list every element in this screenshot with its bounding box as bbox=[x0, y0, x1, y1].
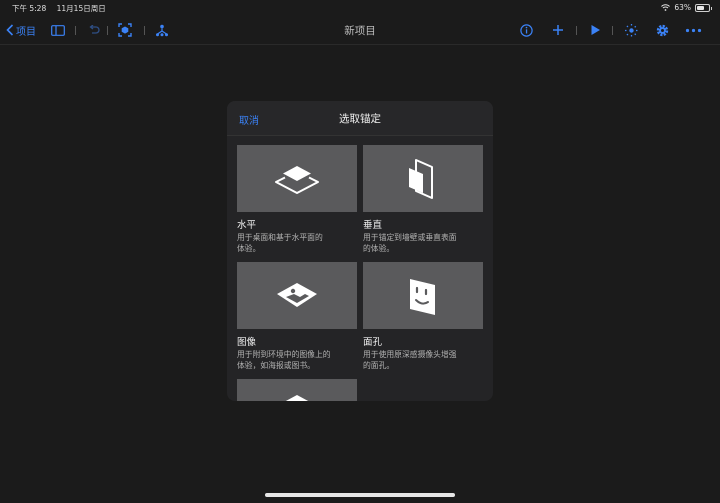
anchor-description: 用于桌面和基于水平面的 体验。 bbox=[237, 233, 323, 253]
anchor-option-vertical[interactable]: 垂直 用于锚定到墙壁或垂直表面 的体验。 bbox=[363, 145, 483, 254]
object-anchor-icon bbox=[285, 395, 309, 401]
more-icon bbox=[685, 28, 702, 32]
play-button[interactable] bbox=[590, 22, 601, 38]
status-time: 下午 5:28 bbox=[12, 4, 47, 13]
status-bar: 下午 5:28 11月15日周日 63% bbox=[0, 0, 720, 14]
vertical-plane-icon bbox=[409, 158, 433, 199]
anchor-description: 用于附到环境中的图像上的 体验，如海报或图书。 bbox=[237, 350, 331, 370]
settings-button[interactable] bbox=[655, 22, 670, 38]
behaviors-icon bbox=[625, 23, 638, 37]
anchor-picker-sheet: 取消 选取锚定 水平 用于桌面和基于水平面的 体验。 垂直 用于锚定到墙壁或垂直表… bbox=[227, 101, 493, 401]
add-icon bbox=[553, 25, 563, 35]
anchor-name: 图像 bbox=[237, 337, 257, 348]
wifi-icon bbox=[661, 4, 671, 11]
info-icon bbox=[520, 23, 533, 37]
battery-icon bbox=[695, 3, 712, 12]
anchor-thumbnail bbox=[237, 262, 357, 329]
sheet-title: 选取锚定 bbox=[339, 113, 381, 125]
anchor-option-face[interactable]: 面孔 用于使用原深感摄像头增强 的面孔。 bbox=[363, 262, 483, 371]
anchor-option-image[interactable]: 图像 用于附到环境中的图像上的 体验，如海报或图书。 bbox=[237, 262, 357, 371]
behaviors-button[interactable] bbox=[624, 22, 639, 38]
battery-percent: 63% bbox=[674, 3, 691, 12]
anchor-thumbnail bbox=[237, 145, 357, 212]
home-indicator[interactable] bbox=[265, 493, 455, 497]
status-date: 11月15日周日 bbox=[56, 4, 106, 13]
anchor-thumbnail bbox=[363, 145, 483, 212]
anchor-option-object[interactable] bbox=[237, 379, 357, 401]
anchor-description: 用于使用原深感摄像头增强 的面孔。 bbox=[363, 350, 457, 370]
settings-icon bbox=[656, 24, 669, 36]
toolbar: 项目 新项目 bbox=[0, 16, 720, 45]
add-button[interactable] bbox=[552, 22, 564, 38]
anchor-thumbnail bbox=[237, 379, 357, 401]
toolbar-divider bbox=[612, 26, 613, 35]
anchor-name: 面孔 bbox=[363, 337, 383, 348]
anchor-name: 水平 bbox=[237, 220, 257, 231]
image-anchor-icon bbox=[277, 282, 317, 307]
anchor-option-horizontal[interactable]: 水平 用于桌面和基于水平面的 体验。 bbox=[237, 145, 357, 254]
anchor-thumbnail bbox=[363, 262, 483, 329]
face-anchor-icon bbox=[410, 278, 435, 315]
more-button[interactable] bbox=[685, 22, 702, 38]
horizontal-plane-icon bbox=[275, 165, 319, 194]
sheet-header: 取消 选取锚定 bbox=[227, 101, 493, 136]
info-button[interactable] bbox=[520, 22, 533, 38]
play-icon bbox=[591, 25, 600, 35]
anchor-description: 用于锚定到墙壁或垂直表面 的体验。 bbox=[363, 233, 457, 253]
anchor-name: 垂直 bbox=[363, 220, 383, 231]
toolbar-divider bbox=[576, 26, 577, 35]
